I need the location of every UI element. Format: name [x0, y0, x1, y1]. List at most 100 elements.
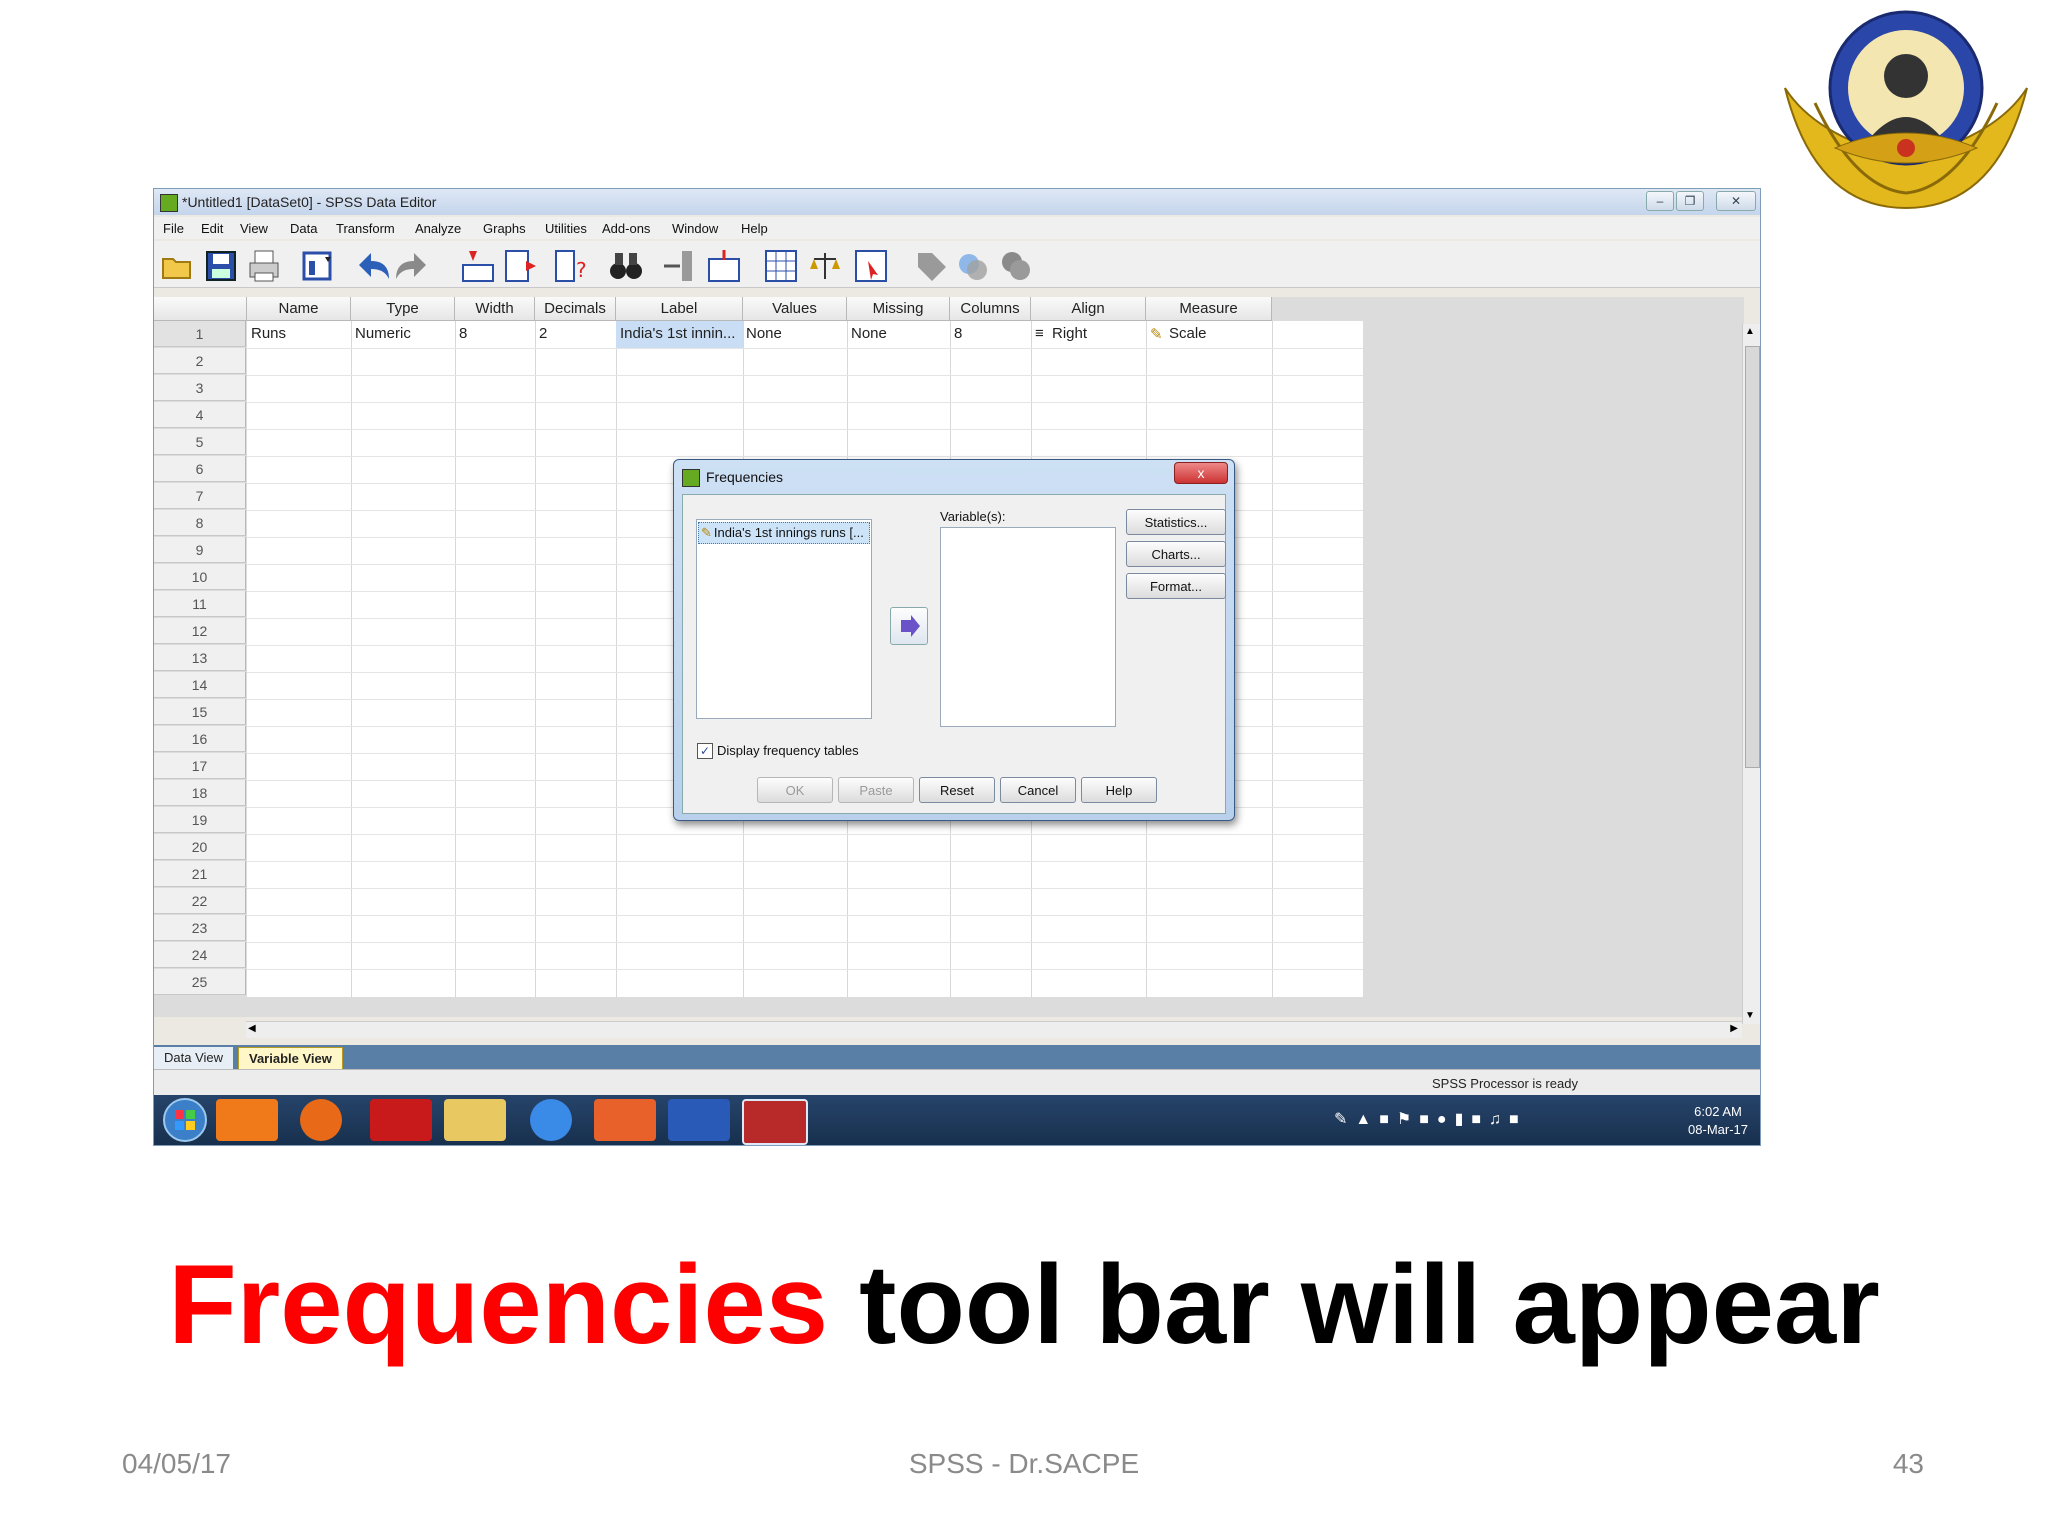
menu-utilities[interactable]: Utilities [545, 221, 587, 236]
dialog-close-button[interactable]: x [1174, 462, 1228, 484]
cell-width[interactable]: 8 [459, 325, 467, 342]
cancel-button[interactable]: Cancel [1000, 777, 1076, 803]
show-all-icon[interactable] [999, 249, 1033, 283]
charts-button[interactable]: Charts... [1126, 541, 1226, 567]
row-number[interactable]: 1 [154, 321, 246, 347]
undo-icon[interactable] [357, 249, 391, 283]
internet-explorer-icon[interactable] [530, 1099, 572, 1141]
scroll-thumb[interactable] [1745, 346, 1760, 768]
explorer-icon[interactable] [444, 1099, 506, 1141]
use-sets-icon[interactable] [956, 249, 990, 283]
tab-data-view[interactable]: Data View [154, 1047, 234, 1069]
dialog-recall-icon[interactable] [301, 249, 335, 283]
col-width-header[interactable]: Width [455, 297, 535, 321]
row-number[interactable]: 15 [154, 699, 246, 725]
row-number[interactable]: 23 [154, 915, 246, 941]
scroll-right-icon[interactable]: ▶ [1730, 1023, 1738, 1034]
paste-button[interactable]: Paste [838, 777, 914, 803]
source-variable-list[interactable]: ✎ India's 1st innings runs [... [696, 519, 872, 719]
row-number[interactable]: 7 [154, 483, 246, 509]
scroll-left-icon[interactable]: ◀ [248, 1023, 256, 1034]
row-number[interactable]: 24 [154, 942, 246, 968]
menu-view[interactable]: View [240, 221, 268, 236]
row-number[interactable]: 10 [154, 564, 246, 590]
row-number[interactable]: 6 [154, 456, 246, 482]
source-variable-item[interactable]: ✎ India's 1st innings runs [... [698, 522, 870, 544]
cell-columns[interactable]: 8 [954, 325, 962, 342]
tab-variable-view[interactable]: Variable View [238, 1047, 343, 1071]
col-missing-header[interactable]: Missing [847, 297, 950, 321]
cell-label[interactable]: India's 1st innin... [620, 325, 735, 342]
col-name-header[interactable]: Name [247, 297, 351, 321]
cell-missing[interactable]: None [851, 325, 887, 342]
ok-button[interactable]: OK [757, 777, 833, 803]
row-number[interactable]: 8 [154, 510, 246, 536]
col-values-header[interactable]: Values [743, 297, 847, 321]
statistics-button[interactable]: Statistics... [1126, 509, 1226, 535]
goto-case-icon[interactable] [461, 249, 495, 283]
close-window-button[interactable]: ✕ [1716, 191, 1756, 211]
row-number[interactable]: 14 [154, 672, 246, 698]
row-number[interactable]: 12 [154, 618, 246, 644]
menu-graphs[interactable]: Graphs [483, 221, 526, 236]
row-number[interactable]: 19 [154, 807, 246, 833]
weight-cases-icon[interactable] [808, 249, 842, 283]
row-number[interactable]: 21 [154, 861, 246, 887]
system-clock[interactable]: 6:02 AM 08-Mar-17 [1688, 1103, 1748, 1139]
powerpoint-icon[interactable] [594, 1099, 656, 1141]
menu-window[interactable]: Window [672, 221, 718, 236]
col-decimals-header[interactable]: Decimals [535, 297, 616, 321]
variables-icon[interactable]: ? [554, 249, 588, 283]
firefox-icon[interactable] [300, 1099, 342, 1141]
scroll-down-icon[interactable]: ▼ [1745, 1010, 1755, 1021]
restore-button[interactable]: ❐ [1676, 191, 1704, 211]
menu-file[interactable]: File [163, 221, 184, 236]
cell-type[interactable]: Numeric [355, 325, 411, 342]
save-icon[interactable] [204, 249, 238, 283]
row-number[interactable]: 11 [154, 591, 246, 617]
insert-case-icon[interactable] [662, 249, 696, 283]
col-measure-header[interactable]: Measure [1146, 297, 1272, 321]
print-icon[interactable] [247, 249, 281, 283]
reset-button[interactable]: Reset [919, 777, 995, 803]
menu-data[interactable]: Data [290, 221, 317, 236]
col-align-header[interactable]: Align [1031, 297, 1146, 321]
row-number[interactable]: 4 [154, 402, 246, 428]
col-columns-header[interactable]: Columns [950, 297, 1031, 321]
col-label-header[interactable]: Label [616, 297, 743, 321]
acrobat-icon[interactable] [370, 1099, 432, 1141]
spss-task-icon[interactable] [742, 1099, 808, 1145]
menu-edit[interactable]: Edit [201, 221, 223, 236]
insert-variable-icon[interactable] [707, 249, 741, 283]
cell-align[interactable]: Right [1052, 325, 1087, 342]
row-number[interactable]: 18 [154, 780, 246, 806]
row-number[interactable]: 2 [154, 348, 246, 374]
value-labels-icon[interactable] [914, 249, 948, 283]
target-variable-list[interactable] [940, 527, 1116, 727]
move-variable-button[interactable] [890, 607, 928, 645]
select-cases-icon[interactable] [854, 249, 888, 283]
find-icon[interactable] [609, 249, 643, 283]
menu-add-ons[interactable]: Add-ons [602, 221, 650, 236]
format-button[interactable]: Format... [1126, 573, 1226, 599]
media-player-icon[interactable] [216, 1099, 278, 1141]
row-number[interactable]: 16 [154, 726, 246, 752]
word-icon[interactable] [668, 1099, 730, 1141]
cell-values[interactable]: None [746, 325, 782, 342]
col-type-header[interactable]: Type [351, 297, 455, 321]
menu-help[interactable]: Help [741, 221, 768, 236]
cell-measure[interactable]: Scale [1169, 325, 1207, 342]
minimize-button[interactable]: – [1646, 191, 1674, 211]
row-number[interactable]: 20 [154, 834, 246, 860]
scroll-up-icon[interactable]: ▲ [1745, 326, 1755, 337]
cell-name[interactable]: Runs [251, 325, 286, 342]
menu-transform[interactable]: Transform [336, 221, 395, 236]
vertical-scrollbar[interactable]: ▲ ▼ [1742, 324, 1760, 1024]
redo-icon[interactable] [394, 249, 428, 283]
goto-variable-icon[interactable] [504, 249, 538, 283]
system-tray-icons[interactable]: ✎▲■⚑■●▮■♫■ [1334, 1109, 1527, 1129]
row-number[interactable]: 9 [154, 537, 246, 563]
row-number[interactable]: 22 [154, 888, 246, 914]
help-button[interactable]: Help [1081, 777, 1157, 803]
display-tables-checkbox[interactable]: ✓ [697, 743, 713, 759]
